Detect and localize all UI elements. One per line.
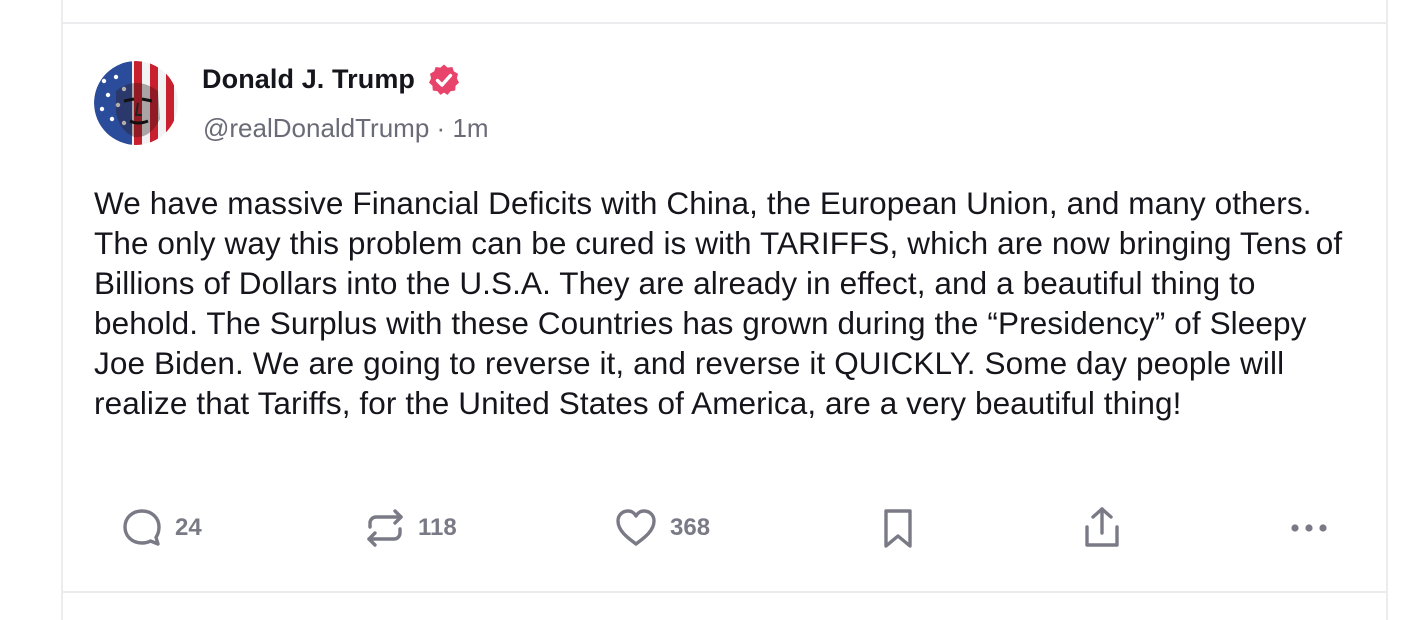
reply-icon [121,507,163,549]
more-icon [1287,506,1331,550]
post-text: We have massive Financial Deficits with … [94,185,1343,421]
heart-icon [614,507,658,549]
repost-count: 118 [418,514,457,541]
bookmark-icon [878,506,918,550]
author-handle[interactable]: @realDonaldTrump [203,113,429,143]
verified-badge-icon [427,63,461,97]
meta-separator: · [436,113,446,143]
reply-button[interactable]: 24 [121,505,202,551]
flag-face-avatar-icon [94,61,178,145]
reply-count: 24 [175,514,202,541]
author-handle-row: @realDonaldTrump · 1m [203,113,489,144]
like-button[interactable]: 368 [614,505,710,551]
avatar[interactable] [94,61,178,145]
share-button[interactable] [1081,505,1123,551]
next-post[interactable] [63,591,1386,620]
bookmark-button[interactable] [878,505,918,551]
post-actions: 24 118 368 [0,505,1428,551]
author-display-name[interactable]: Donald J. Trump [202,64,415,95]
post-timestamp[interactable]: 1m [452,113,488,143]
share-icon [1081,505,1123,551]
repost-button[interactable]: 118 [364,505,457,551]
like-count: 368 [670,514,711,541]
previous-post[interactable] [63,0,1386,24]
more-button[interactable] [1287,505,1331,551]
repost-icon [364,507,406,549]
